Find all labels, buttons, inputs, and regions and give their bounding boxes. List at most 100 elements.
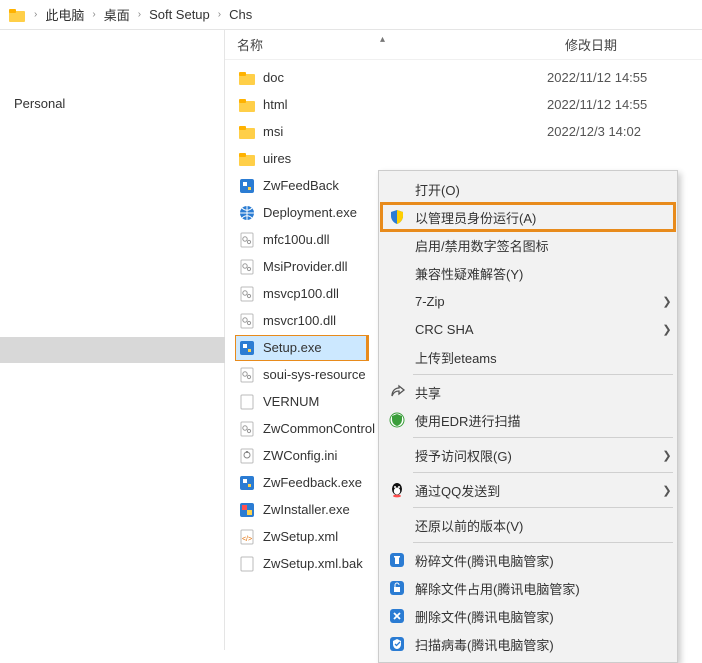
file-name: msvcp100.dll bbox=[263, 286, 339, 301]
tm-scan-icon bbox=[387, 634, 407, 654]
menu-item-label: 删除文件(腾讯电脑管家) bbox=[415, 607, 675, 626]
column-name[interactable]: ▴ 名称 bbox=[225, 35, 565, 54]
crumb-2[interactable]: Soft Setup bbox=[149, 7, 210, 22]
menu-item[interactable]: 还原以前的版本(V) bbox=[381, 511, 675, 539]
sidebar: Personal bbox=[0, 30, 225, 650]
dll-icon bbox=[237, 311, 257, 331]
file-date: 2022/11/12 14:55 bbox=[547, 70, 647, 85]
menu-item-label: 粉碎文件(腾讯电脑管家) bbox=[415, 551, 675, 570]
file-name: html bbox=[263, 97, 288, 112]
blank-icon bbox=[387, 235, 407, 255]
blank-icon bbox=[387, 179, 407, 199]
menu-item-label: 解除文件占用(腾讯电脑管家) bbox=[415, 579, 675, 598]
menu-item[interactable]: 扫描病毒(腾讯电脑管家) bbox=[381, 630, 675, 658]
dll-icon bbox=[237, 284, 257, 304]
file-name: ZwFeedBack bbox=[263, 178, 339, 193]
menu-item-label: 7-Zip bbox=[415, 294, 659, 309]
svg-text:</>: </> bbox=[242, 536, 252, 543]
menu-item[interactable]: 上传到eteams bbox=[381, 343, 675, 371]
menu-item[interactable]: 删除文件(腾讯电脑管家) bbox=[381, 602, 675, 630]
qq-icon bbox=[387, 480, 407, 500]
chevron-right-icon: ❯ bbox=[659, 295, 675, 308]
menu-separator bbox=[413, 542, 673, 543]
menu-item[interactable]: 启用/禁用数字签名图标 bbox=[381, 231, 675, 259]
breadcrumb[interactable]: › 此电脑 › 桌面 › Soft Setup › Chs bbox=[0, 0, 702, 30]
chevron-right-icon: ❯ bbox=[659, 323, 675, 336]
exe-blue-icon bbox=[237, 176, 257, 196]
folder-icon bbox=[237, 95, 257, 115]
dll-icon bbox=[237, 230, 257, 250]
crumb-3[interactable]: Chs bbox=[229, 7, 252, 22]
chevron-right-icon: › bbox=[138, 9, 141, 20]
tm-del-icon bbox=[387, 606, 407, 626]
menu-item[interactable]: 解除文件占用(腾讯电脑管家) bbox=[381, 574, 675, 602]
menu-item[interactable]: 粉碎文件(腾讯电脑管家) bbox=[381, 546, 675, 574]
globe-icon bbox=[237, 203, 257, 223]
folder-icon bbox=[237, 122, 257, 142]
exe-multi-icon bbox=[237, 500, 257, 520]
tm-unlock-icon bbox=[387, 578, 407, 598]
chevron-right-icon: › bbox=[218, 9, 221, 20]
menu-item[interactable]: 授予访问权限(G)❯ bbox=[381, 441, 675, 469]
file-row[interactable]: uires bbox=[225, 145, 702, 172]
sidebar-item-personal[interactable]: Personal bbox=[0, 90, 224, 117]
blank-icon bbox=[387, 347, 407, 367]
dll-icon bbox=[237, 419, 257, 439]
crumb-1[interactable]: 桌面 bbox=[104, 5, 130, 24]
menu-separator bbox=[413, 472, 673, 473]
column-date[interactable]: 修改日期 bbox=[565, 35, 702, 54]
file-date: 2022/11/12 14:55 bbox=[547, 97, 647, 112]
menu-item[interactable]: 通过QQ发送到❯ bbox=[381, 476, 675, 504]
menu-separator bbox=[413, 507, 673, 508]
exe-blue-icon bbox=[237, 473, 257, 493]
shield-icon bbox=[387, 207, 407, 227]
file-name: ZwSetup.xml bbox=[263, 529, 338, 544]
file-name: msi bbox=[263, 124, 283, 139]
file-row[interactable]: msi2022/12/3 14:02 bbox=[225, 118, 702, 145]
menu-item[interactable]: 7-Zip❯ bbox=[381, 287, 675, 315]
column-date-label: 修改日期 bbox=[565, 38, 617, 53]
file-name: ZWConfig.ini bbox=[263, 448, 337, 463]
menu-item[interactable]: 使用EDR进行扫描 bbox=[381, 406, 675, 434]
file-name: ZwCommonControl bbox=[263, 421, 375, 436]
menu-item[interactable]: CRC SHA❯ bbox=[381, 315, 675, 343]
folder-icon bbox=[237, 68, 257, 88]
file-name: Deployment.exe bbox=[263, 205, 357, 220]
file-name: mfc100u.dll bbox=[263, 232, 329, 247]
file-name: Setup.exe bbox=[263, 340, 322, 355]
sidebar-item-label: Personal bbox=[14, 96, 65, 111]
file-icon bbox=[237, 554, 257, 574]
menu-item-label: 授予访问权限(G) bbox=[415, 446, 659, 465]
column-name-label: 名称 bbox=[237, 38, 263, 53]
menu-item[interactable]: 兼容性疑难解答(Y) bbox=[381, 259, 675, 287]
file-name: VERNUM bbox=[263, 394, 319, 409]
sidebar-item-selected[interactable] bbox=[0, 337, 225, 363]
file-name: ZwSetup.xml.bak bbox=[263, 556, 363, 571]
folder-icon bbox=[8, 6, 26, 24]
file-icon bbox=[237, 392, 257, 412]
menu-item-label: 以管理员身份运行(A) bbox=[415, 208, 675, 227]
menu-item[interactable]: 共享 bbox=[381, 378, 675, 406]
chevron-right-icon: › bbox=[92, 9, 95, 20]
share-icon bbox=[387, 382, 407, 402]
sort-asc-icon: ▴ bbox=[380, 34, 385, 45]
column-headers[interactable]: ▴ 名称 修改日期 bbox=[225, 30, 702, 60]
crumb-0[interactable]: 此电脑 bbox=[45, 5, 84, 24]
file-row[interactable]: doc2022/11/12 14:55 bbox=[225, 64, 702, 91]
context-menu: 打开(O)以管理员身份运行(A)启用/禁用数字签名图标兼容性疑难解答(Y)7-Z… bbox=[378, 170, 678, 663]
blank-icon bbox=[387, 445, 407, 465]
menu-item-label: 扫描病毒(腾讯电脑管家) bbox=[415, 635, 675, 654]
blank-icon bbox=[387, 319, 407, 339]
edr-icon bbox=[387, 410, 407, 430]
menu-item[interactable]: 以管理员身份运行(A) bbox=[381, 203, 675, 231]
file-row[interactable]: html 2022/11/12 14:55 bbox=[225, 91, 702, 118]
ini-icon bbox=[237, 446, 257, 466]
folder-icon bbox=[237, 149, 257, 169]
chevron-right-icon: › bbox=[34, 9, 37, 20]
chevron-right-icon: ❯ bbox=[659, 484, 675, 497]
menu-separator bbox=[413, 374, 673, 375]
file-name: ZwFeedback.exe bbox=[263, 475, 362, 490]
blank-icon bbox=[387, 263, 407, 283]
menu-item-label: 启用/禁用数字签名图标 bbox=[415, 236, 675, 255]
menu-item[interactable]: 打开(O) bbox=[381, 175, 675, 203]
